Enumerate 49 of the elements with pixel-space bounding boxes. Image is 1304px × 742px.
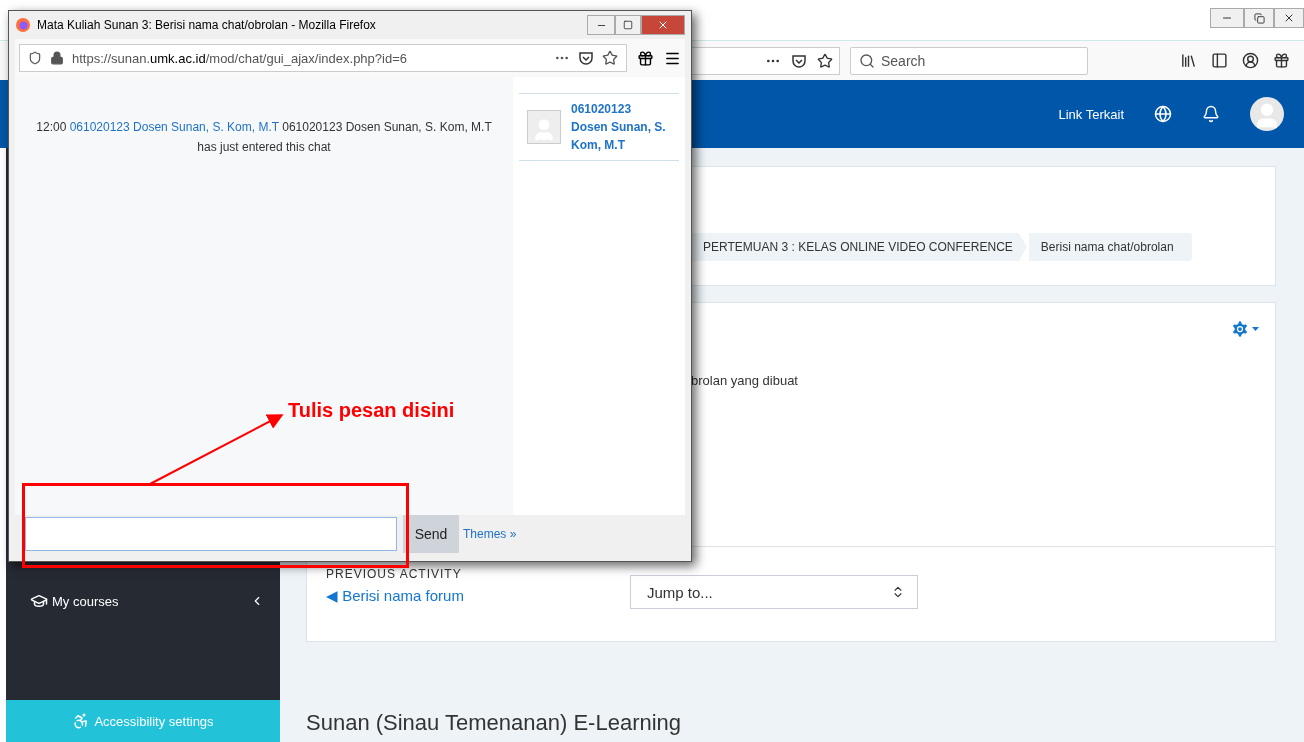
library-icon[interactable] bbox=[1180, 52, 1197, 69]
star-icon[interactable] bbox=[602, 50, 618, 66]
close-icon bbox=[1283, 12, 1295, 24]
avatar[interactable] bbox=[1250, 97, 1284, 131]
search-icon bbox=[859, 52, 875, 69]
star-icon[interactable] bbox=[817, 52, 833, 69]
themes-link[interactable]: Themes » bbox=[463, 527, 517, 541]
chat-message: 12:00 061020123 Dosen Sunan, S. Kom, M.T 061020123 Dosen Sunan, S. Kom, M.T has just entered this chat bbox=[35, 119, 493, 156]
previous-activity-link[interactable]: ◀ Berisi nama forum bbox=[326, 587, 464, 605]
message-input[interactable] bbox=[25, 517, 397, 551]
description-text: brolan yang dibuat bbox=[691, 373, 799, 388]
breadcrumb-item[interactable]: Berisi nama chat/obrolan bbox=[1028, 233, 1192, 261]
bell-icon[interactable] bbox=[1202, 105, 1220, 123]
maximize-icon bbox=[623, 20, 633, 30]
user-avatar bbox=[527, 110, 561, 144]
gift-icon[interactable] bbox=[1273, 52, 1290, 69]
browser-logo-icon bbox=[15, 17, 31, 33]
annotation-text: Tulis pesan disini bbox=[288, 399, 455, 422]
sidebar-item[interactable]: My courses bbox=[6, 586, 280, 616]
footer-title: Sunan (Sinau Temenanan) E-Learning bbox=[306, 710, 683, 736]
send-button[interactable]: Send bbox=[403, 515, 459, 553]
lock-icon bbox=[50, 51, 64, 65]
restore-icon bbox=[1253, 12, 1265, 24]
search-field[interactable]: Search bbox=[850, 46, 1088, 75]
shield-icon bbox=[28, 51, 42, 65]
address-bar[interactable]: https://sunan.umk.ac.id/mod/chat/gui_ajax/index.php?id=6 bbox=[19, 44, 627, 72]
settings-icon bbox=[1230, 319, 1250, 339]
breadcrumb-item[interactable]: PERTEMUAN 3 : KELAS ONLINE VIDEO CONFERENCE bbox=[691, 233, 1027, 261]
user-name-link[interactable]: 061020123 Dosen Sunan, S. Kom, M.T bbox=[571, 100, 671, 154]
close-icon bbox=[657, 19, 669, 31]
window-title: Mata Kuliah Sunan 3: Berisi nama chat/obrolan - Mozilla Firefox bbox=[37, 18, 377, 32]
settings-button[interactable] bbox=[1230, 319, 1259, 339]
graduation-cap-icon bbox=[30, 592, 48, 610]
user-link[interactable]: 061020123 Dosen Sunan, S. Kom, M.T bbox=[69, 120, 279, 134]
globe-icon[interactable] bbox=[1154, 105, 1172, 123]
search-placeholder: Search bbox=[881, 52, 926, 69]
pocket-icon[interactable] bbox=[578, 50, 594, 66]
account-icon[interactable] bbox=[1242, 52, 1259, 69]
restore-button[interactable] bbox=[1244, 8, 1274, 28]
address-bar[interactable] bbox=[690, 46, 840, 75]
nav-link[interactable]: Link Terkait bbox=[1058, 106, 1124, 122]
pocket-icon[interactable] bbox=[791, 52, 807, 69]
maximize-button[interactable] bbox=[615, 15, 641, 35]
caret-icon bbox=[1252, 327, 1259, 331]
previous-activity-label: PREVIOUS ACTIVITY bbox=[326, 567, 463, 581]
gift-icon[interactable] bbox=[637, 49, 654, 67]
jump-to-select[interactable]: Jump to... bbox=[629, 575, 918, 609]
sidebar-icon[interactable] bbox=[1211, 52, 1228, 69]
url-text: https://sunan.umk.ac.id/mod/chat/gui_ajax/index.php?id=6 bbox=[72, 50, 408, 66]
